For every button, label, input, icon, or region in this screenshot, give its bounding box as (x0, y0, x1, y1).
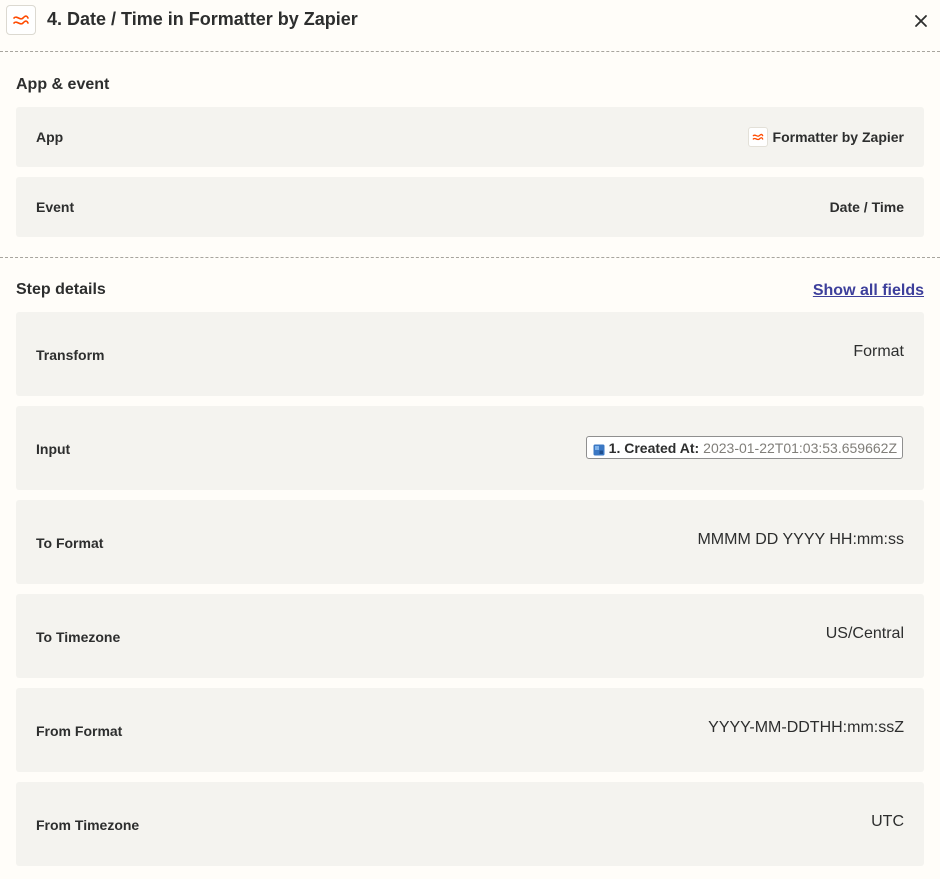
step-title: 4. Date / Time in Formatter by Zapier (47, 9, 358, 29)
from-format-label: From Format (36, 723, 123, 739)
from-format-value: YYYY-MM-DDTHH:mm:ssZ (708, 719, 904, 736)
app-row: App Formatter by Zapier (16, 107, 924, 167)
show-all-fields-link[interactable]: Show all fields (813, 281, 924, 301)
app-event-section-title: App & event (16, 76, 110, 93)
formatter-icon (6, 5, 36, 35)
event-row: Event Date / Time (16, 177, 924, 237)
event-value: Date / Time (829, 199, 904, 215)
transform-row: Transform Format (16, 312, 924, 396)
step-details-section-title: Step details (16, 281, 106, 298)
database-icon (593, 442, 605, 455)
from-format-row: From Format YYYY-MM-DDTHH:mm:ssZ (16, 688, 924, 772)
to-timezone-label: To Timezone (36, 629, 121, 645)
close-icon[interactable] (910, 10, 932, 32)
app-name: Formatter by Zapier (772, 129, 904, 145)
transform-value: Format (853, 343, 904, 360)
app-value: Formatter by Zapier (747, 127, 904, 147)
input-row: Input 1. Created At: 2023-01-22T01:03:53… (16, 406, 924, 490)
section-divider (0, 257, 940, 258)
from-timezone-label: From Timezone (36, 817, 140, 833)
panel-header: 4. Date / Time in Formatter by Zapier (0, 0, 940, 52)
to-format-label: To Format (36, 535, 104, 551)
event-label: Event (36, 199, 75, 215)
step-panel: 4. Date / Time in Formatter by Zapier Ap… (0, 0, 940, 879)
input-label: Input (36, 441, 71, 457)
to-timezone-row: To Timezone US/Central (16, 594, 924, 678)
app-label: App (36, 129, 64, 145)
to-timezone-value: US/Central (825, 625, 904, 642)
mapped-field-pill[interactable]: 1. Created At: 2023-01-22T01:03:53.65966… (585, 436, 903, 459)
pill-field-name: 1. Created At: (608, 439, 700, 456)
to-format-value: MMMM DD YYYY HH:mm:ss (697, 531, 904, 548)
from-timezone-value: UTC (871, 813, 904, 830)
from-timezone-row: From Timezone UTC (16, 782, 924, 866)
formatter-icon (747, 127, 768, 147)
transform-label: Transform (36, 347, 105, 363)
pill-field-value: 2023-01-22T01:03:53.659662Z (703, 439, 897, 456)
to-format-row: To Format MMMM DD YYYY HH:mm:ss (16, 500, 924, 584)
